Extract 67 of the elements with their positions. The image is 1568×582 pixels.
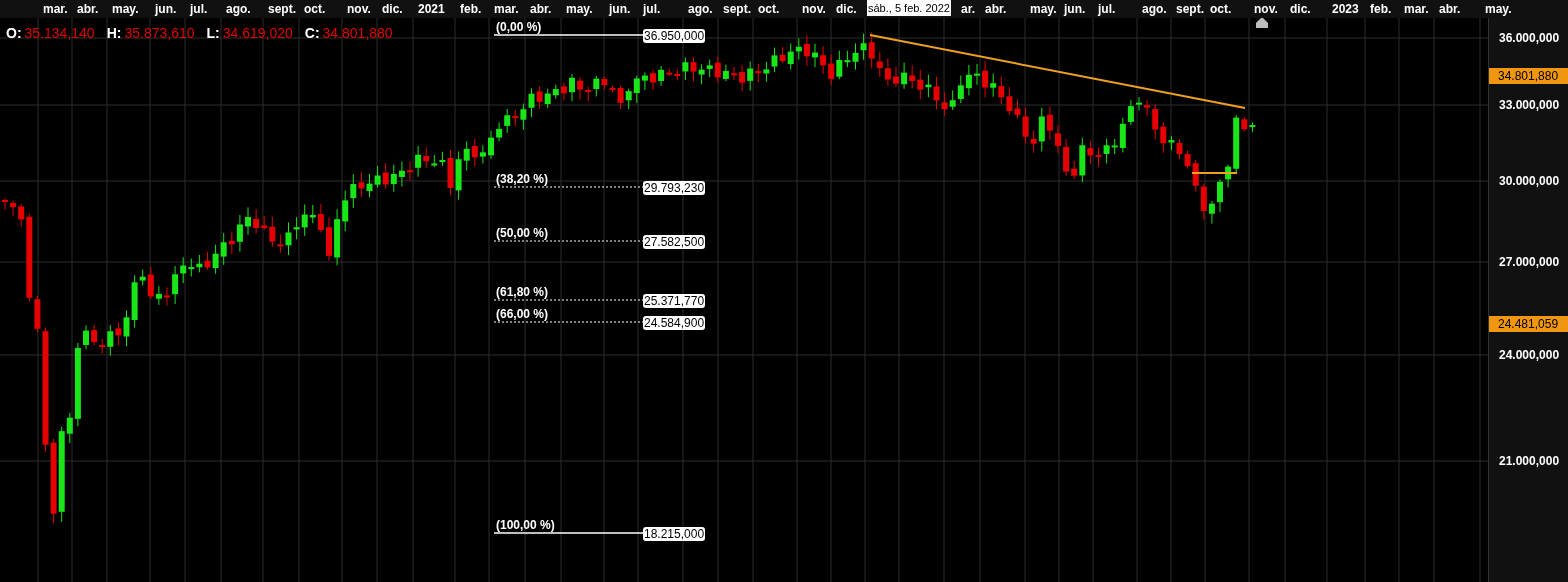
month-label: dic. <box>382 1 403 17</box>
fibonacci-percent: (61,80 %) <box>496 285 549 299</box>
month-label: 2023 <box>1332 1 1359 17</box>
price-marker: 24.481,059 <box>1489 316 1568 332</box>
ohlc-label: C: <box>304 24 320 42</box>
month-label: feb. <box>1370 1 1392 17</box>
month-label: jun. <box>1064 1 1086 17</box>
month-label: jun. <box>155 1 177 17</box>
price-tick-label: 30.000,000 <box>1499 174 1560 188</box>
month-label: abr. <box>77 1 99 17</box>
month-label: mar. <box>1404 1 1429 17</box>
month-label: jul. <box>643 1 661 17</box>
price-tick-label: 24.000,000 <box>1499 348 1560 362</box>
date-tooltip: sáb., 5 feb. 2022 <box>867 0 951 16</box>
fibonacci-price: 25.371,770 <box>643 294 706 308</box>
month-label: sept. <box>723 1 751 17</box>
month-label: jul. <box>190 1 208 17</box>
price-tick-label: 33.000,000 <box>1499 98 1560 112</box>
month-label: jun. <box>609 1 631 17</box>
fibonacci-price: 36.950,000 <box>643 29 706 43</box>
price-marker: 34.801,880 <box>1489 68 1568 84</box>
ohlc-value: 34.619,020 <box>222 24 293 42</box>
month-label: nov. <box>802 1 826 17</box>
horizontal-line <box>1191 172 1238 174</box>
month-label: ar. <box>961 1 975 17</box>
month-label: mar. <box>494 1 519 17</box>
price-tick-label: 36.000,000 <box>1499 31 1560 45</box>
fibonacci-percent: (38,20 %) <box>496 172 549 186</box>
month-label: abr. <box>1439 1 1461 17</box>
month-label: oct. <box>758 1 780 17</box>
month-label: may. <box>1030 1 1057 17</box>
fibonacci-price: 24.584,900 <box>643 316 706 330</box>
price-tick-label: 27.000,000 <box>1499 255 1560 269</box>
month-label: 2021 <box>418 1 445 17</box>
ohlc-value: 35.134,140 <box>24 24 95 42</box>
ohlc-label: O: <box>6 24 22 42</box>
fibonacci-percent: (100,00 %) <box>496 518 555 532</box>
month-label: jul. <box>1098 1 1116 17</box>
month-label: sept. <box>1176 1 1204 17</box>
month-label: sept. <box>268 1 296 17</box>
fibonacci-percent: (0,00 %) <box>496 20 542 34</box>
month-label: abr. <box>530 1 552 17</box>
price-tick-label: 21.000,000 <box>1499 454 1560 468</box>
fibonacci-price: 18.215,000 <box>643 527 706 541</box>
month-label: dic. <box>836 1 857 17</box>
ohlc-value: 34.801,880 <box>322 24 393 42</box>
month-label: may. <box>566 1 593 17</box>
month-label: nov. <box>347 1 371 17</box>
month-label: ago. <box>688 1 713 17</box>
month-label: oct. <box>304 1 326 17</box>
month-label: feb. <box>460 1 482 17</box>
fibonacci-percent: (66,00 %) <box>496 307 549 321</box>
month-label: mar. <box>43 1 68 17</box>
month-label: nov. <box>1254 1 1278 17</box>
month-label: may. <box>1485 1 1512 17</box>
ohlc-label: L: <box>206 24 220 42</box>
ohlc-value: 35.873,610 <box>124 24 195 42</box>
month-label: ago. <box>1142 1 1167 17</box>
fibonacci-price: 27.582,500 <box>643 235 706 249</box>
fibonacci-price: 29.793,230 <box>643 181 706 195</box>
ohlc-label: H: <box>106 24 122 42</box>
month-label: may. <box>112 1 139 17</box>
month-label: abr. <box>985 1 1007 17</box>
month-label: ago. <box>226 1 251 17</box>
fibonacci-percent: (50,00 %) <box>496 226 549 240</box>
month-label: dic. <box>1290 1 1311 17</box>
month-label: oct. <box>1210 1 1232 17</box>
